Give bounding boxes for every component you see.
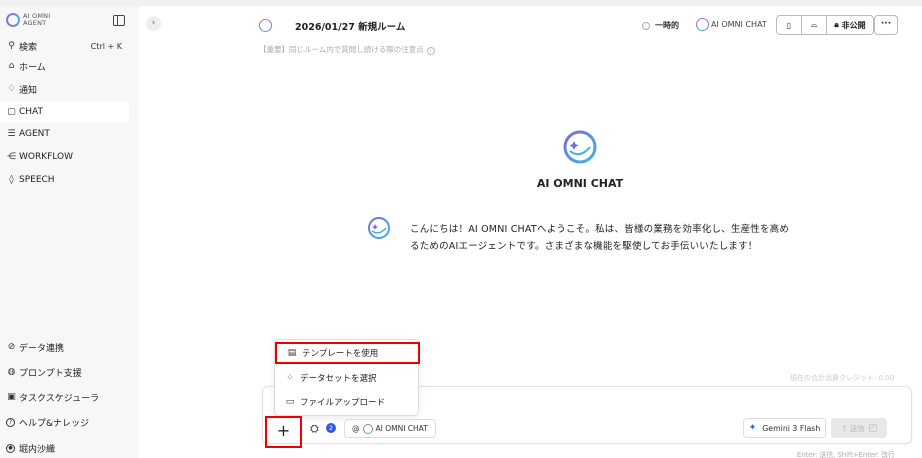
menu-item-label: テンプレートを使用 (302, 349, 379, 359)
mention-prefix: @ (352, 424, 360, 433)
chevron-right-icon[interactable]: › (146, 16, 161, 31)
model-chip[interactable]: AI OMNI CHAT (696, 18, 767, 31)
link-icon: ⊘ (7, 342, 16, 352)
mention-model: AI OMNI CHAT (375, 424, 428, 433)
room-title[interactable]: 2026/01/27 新規ルーム (295, 19, 405, 33)
sidebar-item-label: プロンプト支援 (19, 368, 82, 379)
menu-item-file-upload[interactable]: ▭ ファイルアップロード (275, 391, 420, 413)
sidebar-item-label: ホーム (19, 62, 46, 73)
search-label: 検索 (19, 42, 38, 53)
sidebar-item-home[interactable]: ⌂ ホーム (0, 56, 129, 76)
sidebar-item-label: データ連携 (19, 343, 65, 354)
sidebar-collapse-icon[interactable] (113, 15, 125, 26)
room-icon (259, 19, 272, 32)
sparkle-icon: ✦ (748, 423, 757, 433)
credits-display: 現在の合計消費クレジット: 0.00 (790, 374, 895, 382)
ai-omni-logo-icon (563, 130, 597, 164)
dataset-button-icon[interactable]: ⛭ (310, 422, 319, 436)
dataset-icon: ⁘ (286, 373, 294, 383)
search-icon: ⚲ (8, 41, 15, 51)
model-icon (696, 18, 709, 31)
sidebar-item-label: ヘルプ&ナレッジ (19, 418, 90, 429)
logo-text-line2: AGENT (23, 19, 47, 27)
sidebar-item-data-integration[interactable]: ⊘ データ連携 (0, 337, 129, 357)
sidebar-item-label: 堀内沙織 (19, 444, 56, 455)
menu-item-label: ファイルアップロード (300, 398, 386, 408)
sidebar: AI OMNI AGENT ⚲ 検索 Ctrl + K ⌂ ホーム ♢ 通知 ▢… (0, 6, 139, 458)
notice-link[interactable]: 【重要】同じルーム内で質問し続ける際の注意点 i (259, 44, 435, 55)
inbox-icon: ⌓ (810, 20, 818, 29)
model-name: AI OMNI CHAT (711, 20, 767, 29)
sidebar-item-label: AGENT (19, 129, 50, 139)
folder-icon: ▭ (285, 397, 295, 407)
template-icon: ▤ (287, 348, 297, 358)
calendar-icon: ▣ (7, 392, 16, 402)
home-icon: ⌂ (8, 61, 15, 71)
menu-item-label: データセットを選択 (300, 374, 377, 384)
model-select-label: Gemini 3 Flash (762, 423, 821, 433)
agent-icon: ☰ (7, 129, 16, 139)
workflow-icon: ⋲ (7, 152, 16, 162)
welcome-message: こんにちは！AI OMNI CHATへようこそ。私は、皆様の業務を効率化し、生産… (410, 224, 790, 252)
temporary-label: 一時的 (655, 21, 679, 30)
menu-item-select-dataset[interactable]: ⁘ データセットを選択 (275, 367, 420, 389)
sidebar-item-speech[interactable]: ◊ SPEECH (0, 170, 129, 190)
hero-title: AI OMNI CHAT (536, 177, 624, 190)
sidebar-item-agent[interactable]: ☰ AGENT (0, 124, 129, 144)
bell-icon: ♢ (7, 84, 16, 94)
sidebar-item-label: CHAT (19, 107, 44, 117)
app-logo[interactable]: AI OMNI AGENT (6, 13, 50, 27)
temporary-radio[interactable] (642, 22, 650, 30)
visibility-button[interactable]: 🔒︎ 非公開 (827, 16, 873, 34)
sidebar-search[interactable]: ⚲ 検索 Ctrl + K (0, 36, 129, 56)
sidebar-item-workflow[interactable]: ⋲ WORKFLOW (0, 147, 129, 167)
search-shortcut: Ctrl + K (90, 41, 122, 51)
sidebar-item-task-scheduler[interactable]: ▣ タスクスケジューラ (0, 387, 129, 407)
chat-icon: ▢ (7, 107, 16, 117)
header-actions: ▯ ⌓ 🔒︎ 非公開 (776, 15, 874, 35)
model-select-button[interactable]: ✦ Gemini 3 Flash (743, 418, 826, 438)
sidebar-item-label: タスクスケジューラ (19, 393, 100, 404)
plus-button[interactable]: + (265, 416, 302, 448)
model-icon (362, 423, 373, 434)
bookmark-button[interactable]: ▯ (777, 16, 802, 34)
prompt-icon: ◍ (7, 367, 16, 377)
lock-icon: 🔒︎ (834, 20, 839, 29)
sidebar-item-notifications[interactable]: ♢ 通知 (0, 79, 129, 99)
menu-item-use-template[interactable]: ▤ テンプレートを使用 (275, 342, 420, 364)
sidebar-item-label: WORKFLOW (19, 152, 73, 162)
sidebar-item-chat[interactable]: ▢ CHAT (0, 102, 129, 122)
info-icon: i (426, 47, 435, 55)
visibility-label: 非公開 (841, 20, 866, 30)
send-button[interactable]: ↑ 送信 ✓ (831, 418, 887, 438)
send-label: ↑ 送信 (841, 423, 865, 433)
archive-button[interactable]: ⌓ (802, 16, 827, 34)
assistant-avatar-icon (368, 217, 390, 239)
dataset-count-badge: 2 (326, 423, 336, 433)
send-checkbox-icon: ✓ (868, 424, 877, 432)
sidebar-item-help[interactable]: ? ヘルプ&ナレッジ (0, 412, 129, 432)
keyboard-hint: Enter: 送信, Shift+Enter: 改行 (797, 451, 895, 458)
help-icon: ? (6, 417, 15, 427)
user-icon: ● (6, 443, 15, 453)
mention-chip[interactable]: @ AI OMNI CHAT (344, 419, 436, 438)
sidebar-item-label: 通知 (19, 85, 38, 96)
sidebar-item-user[interactable]: ● 堀内沙織 (0, 438, 129, 458)
sidebar-item-prompt-support[interactable]: ◍ プロンプト支援 (0, 362, 129, 382)
notice-text: 【重要】同じルーム内で質問し続ける際の注意点 (259, 45, 424, 54)
attach-menu: ▤ テンプレートを使用 ⁘ データセットを選択 ▭ ファイルアップロード (274, 339, 420, 416)
logo-icon (6, 13, 20, 27)
mic-icon: ◊ (9, 175, 14, 185)
bookmark-icon: ▯ (786, 20, 792, 30)
sidebar-item-label: SPEECH (19, 175, 55, 185)
more-button[interactable]: ··· (874, 15, 898, 35)
